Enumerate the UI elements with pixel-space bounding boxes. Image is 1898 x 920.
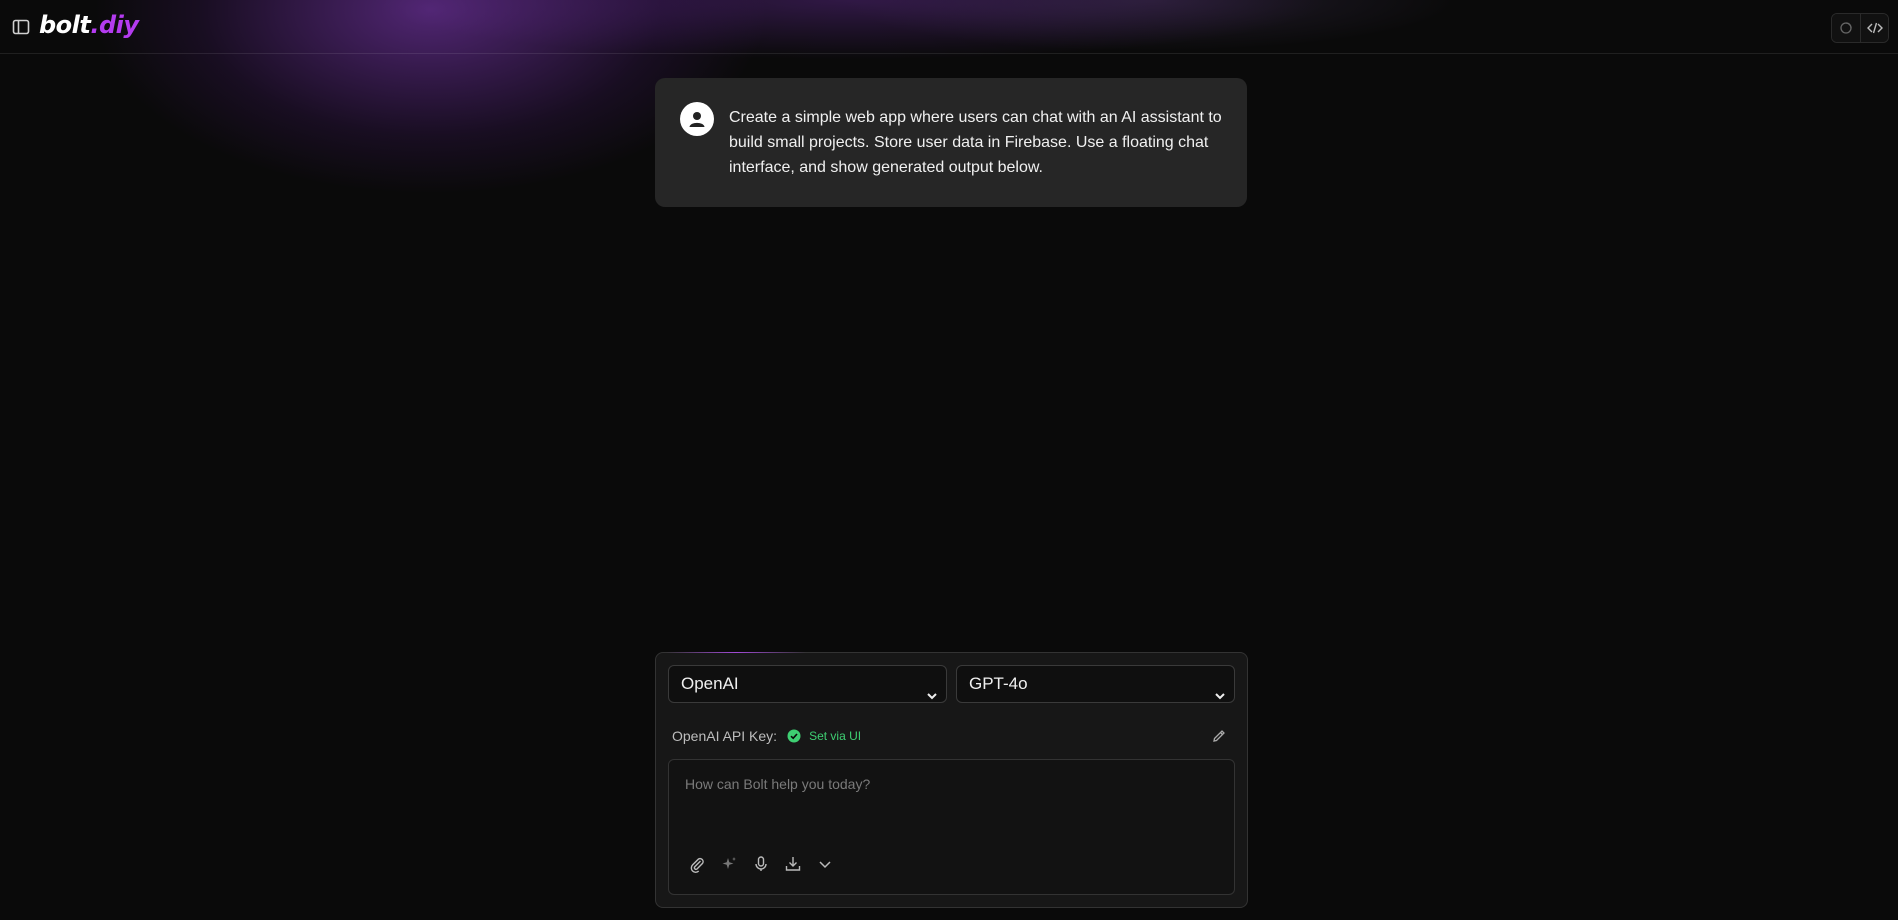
top-header: bolt.diy	[0, 0, 1898, 54]
download-icon[interactable]	[783, 854, 803, 874]
pencil-icon[interactable]	[1211, 728, 1227, 744]
chat-input-panel: OpenAI GPT-4o OpenAI API Key: Set via UI	[655, 652, 1248, 908]
app-logo[interactable]: bolt.diy	[39, 11, 139, 39]
paperclip-icon[interactable]	[687, 854, 707, 874]
prompt-box	[668, 759, 1235, 895]
user-message-bubble: Create a simple web app where users can …	[655, 78, 1247, 207]
user-icon	[680, 102, 714, 136]
api-key-row: OpenAI API Key: Set via UI	[672, 727, 861, 745]
check-circle-icon	[787, 729, 801, 743]
chevron-down-icon	[1214, 679, 1226, 715]
model-select[interactable]: GPT-4o	[956, 665, 1235, 703]
api-key-status: Set via UI	[809, 729, 862, 743]
chevron-down-icon	[926, 679, 938, 715]
provider-select[interactable]: OpenAI	[668, 665, 947, 703]
code-icon[interactable]	[1860, 14, 1888, 42]
cloud-icon[interactable]	[1832, 14, 1860, 42]
chevron-down-icon[interactable]	[815, 854, 835, 874]
provider-select-value: OpenAI	[681, 674, 739, 693]
model-select-value: GPT-4o	[969, 674, 1028, 693]
header-actions	[1831, 13, 1889, 43]
prompt-toolbar	[687, 854, 835, 874]
prompt-input[interactable]	[669, 760, 1234, 850]
user-message-text: Create a simple web app where users can …	[729, 109, 1222, 176]
sidebar-toggle-icon[interactable]	[12, 18, 30, 36]
api-key-label: OpenAI API Key:	[672, 728, 778, 744]
microphone-icon[interactable]	[751, 854, 771, 874]
sparkles-icon[interactable]	[719, 854, 739, 874]
